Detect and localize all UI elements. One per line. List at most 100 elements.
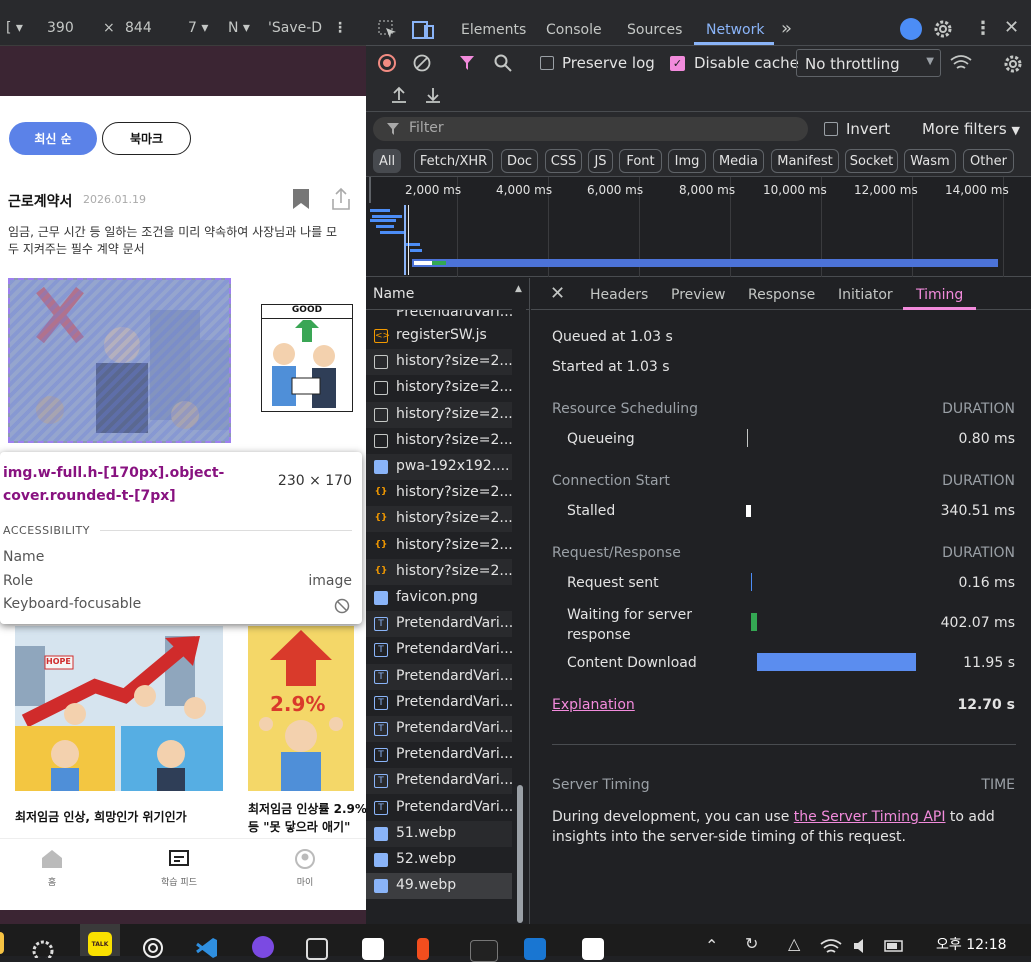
zoom-dropdown[interactable]: 7 ▾ — [188, 20, 208, 36]
tab-elements[interactable]: Elements — [461, 22, 526, 38]
network-conditions-icon[interactable] — [950, 54, 972, 72]
figma-icon[interactable] — [417, 938, 429, 960]
wifi-icon[interactable] — [820, 938, 842, 954]
tab-sources[interactable]: Sources — [627, 22, 682, 38]
devtools-menu-icon[interactable]: ⋮ — [974, 18, 992, 39]
request-row[interactable]: {} history?size=2... — [366, 533, 513, 559]
type-all[interactable]: All — [373, 149, 401, 173]
type-wasm[interactable]: Wasm — [904, 149, 956, 173]
intellij-icon[interactable] — [524, 938, 546, 960]
request-row[interactable]: <> registerSW.js — [366, 323, 513, 349]
card-caption-2[interactable]: 최저임금 인상률 2.9% — [248, 800, 366, 817]
request-row[interactable]: {} history?size=2... — [366, 480, 513, 506]
throttle-dropdown[interactable]: N ▾ — [228, 20, 250, 36]
type-fetch-xhr[interactable]: Fetch/XHR — [414, 149, 493, 173]
request-row[interactable]: history?size=2... — [366, 428, 513, 454]
settings-app-icon[interactable] — [30, 938, 56, 958]
notion-icon[interactable] — [362, 938, 384, 960]
request-row[interactable]: history?size=2... — [366, 375, 513, 401]
request-row[interactable]: 49.webp — [366, 873, 513, 900]
card-caption-2b[interactable]: 등 "못 닿으라 애기" — [248, 818, 366, 835]
app-box-icon[interactable] — [306, 938, 328, 960]
ai-assistant-icon[interactable] — [900, 18, 922, 40]
device-dims-dropdown[interactable]: [ ▾ — [6, 20, 23, 36]
nav-feed[interactable]: 학습 피드 — [144, 849, 214, 888]
save-data-dropdown[interactable]: 'Save-D — [268, 20, 322, 36]
settings-gear-icon[interactable] — [933, 19, 953, 39]
request-row[interactable]: 52.webp — [366, 847, 513, 873]
request-row[interactable]: {} history?size=2... — [366, 558, 513, 585]
more-filters-dropdown[interactable]: More filters ▼ — [922, 120, 1020, 138]
warning-tray-icon[interactable]: △ — [788, 934, 800, 953]
request-row[interactable]: T PretendardVari... — [366, 663, 513, 690]
nav-home[interactable]: 홈 — [17, 849, 87, 888]
disable-cache-checkbox[interactable]: ✓ — [670, 56, 685, 71]
device-width-input[interactable]: 390 — [47, 20, 74, 36]
tab-bookmark[interactable]: 북마크 — [102, 122, 191, 155]
folder-icon[interactable] — [0, 932, 4, 954]
request-row[interactable]: T PretendardVari... — [366, 742, 513, 768]
notion-icon-2[interactable] — [582, 938, 604, 960]
throttling-select[interactable]: No throttling ▼ — [796, 49, 941, 77]
request-row[interactable]: pwa-192x192.... — [366, 454, 513, 480]
request-partial-row[interactable]: PretendardVari... — [366, 310, 513, 320]
server-timing-api-link[interactable]: the Server Timing API — [794, 809, 946, 825]
clock[interactable]: 오후 12:18 — [936, 934, 1007, 954]
export-har-icon[interactable] — [424, 86, 442, 104]
bookmark-icon[interactable] — [292, 188, 310, 210]
device-more-icon[interactable]: ⋮ — [333, 20, 347, 36]
card-image-contract[interactable] — [8, 278, 231, 443]
tab-initiator[interactable]: Initiator — [838, 287, 893, 303]
tab-headers[interactable]: Headers — [590, 287, 648, 303]
chatgpt-icon[interactable] — [140, 936, 166, 958]
preserve-log-checkbox[interactable] — [540, 56, 554, 70]
tab-newest[interactable]: 최신 순 — [9, 122, 97, 155]
type-font[interactable]: Font — [619, 149, 662, 173]
request-row[interactable]: T PretendardVari... — [366, 716, 513, 742]
invert-checkbox[interactable] — [824, 122, 838, 136]
filter-funnel-icon[interactable] — [459, 55, 475, 71]
type-media[interactable]: Media — [713, 149, 764, 173]
inspect-element-icon[interactable] — [378, 20, 398, 40]
device-toggle-icon[interactable] — [412, 20, 434, 40]
nav-my[interactable]: 마이 — [270, 849, 340, 888]
type-manifest[interactable]: Manifest — [771, 149, 839, 173]
request-row[interactable]: history?size=2... — [366, 349, 513, 376]
request-row[interactable]: T PretendardVari... — [366, 795, 513, 821]
kakaotalk-icon[interactable]: TALK — [80, 924, 120, 956]
battery-icon[interactable] — [884, 938, 906, 954]
volume-icon[interactable] — [852, 938, 872, 954]
request-row[interactable]: favicon.png — [366, 585, 513, 611]
app-purple-icon[interactable] — [252, 936, 274, 958]
filter-input[interactable]: Filter — [373, 117, 808, 141]
import-har-icon[interactable] — [390, 86, 408, 104]
request-row[interactable]: T PretendardVari... — [366, 768, 513, 795]
explanation-link[interactable]: Explanation — [552, 697, 635, 713]
tab-console[interactable]: Console — [546, 22, 602, 38]
type-socket[interactable]: Socket — [845, 149, 898, 173]
type-js[interactable]: JS — [588, 149, 613, 173]
record-icon[interactable] — [378, 54, 396, 72]
tab-network[interactable]: Network — [706, 22, 764, 38]
refresh-tray-icon[interactable]: ↻ — [745, 934, 758, 953]
tab-timing[interactable]: Timing — [916, 287, 963, 303]
search-icon[interactable] — [494, 54, 512, 72]
close-devtools-icon[interactable]: ✕ — [1004, 17, 1019, 38]
type-img[interactable]: Img — [668, 149, 706, 173]
card-image-hope[interactable]: HOPE — [15, 626, 223, 791]
request-row[interactable]: T PretendardVari... — [366, 637, 513, 663]
type-doc[interactable]: Doc — [501, 149, 538, 173]
network-settings-icon[interactable] — [1003, 54, 1023, 74]
scroll-thumb[interactable] — [517, 785, 523, 923]
request-row[interactable]: T PretendardVari... — [366, 690, 513, 716]
vscode-icon[interactable] — [195, 936, 219, 958]
type-css[interactable]: CSS — [545, 149, 582, 173]
share-icon[interactable] — [331, 187, 351, 211]
card-image-rate[interactable]: 2.9% — [248, 626, 354, 791]
device-height-input[interactable]: 844 — [125, 20, 152, 36]
terminal-icon[interactable] — [470, 940, 498, 962]
name-column-header[interactable]: Name — [366, 278, 530, 310]
clear-icon[interactable] — [413, 54, 431, 72]
more-tabs-icon[interactable]: » — [781, 18, 792, 39]
tab-response[interactable]: Response — [748, 287, 815, 303]
